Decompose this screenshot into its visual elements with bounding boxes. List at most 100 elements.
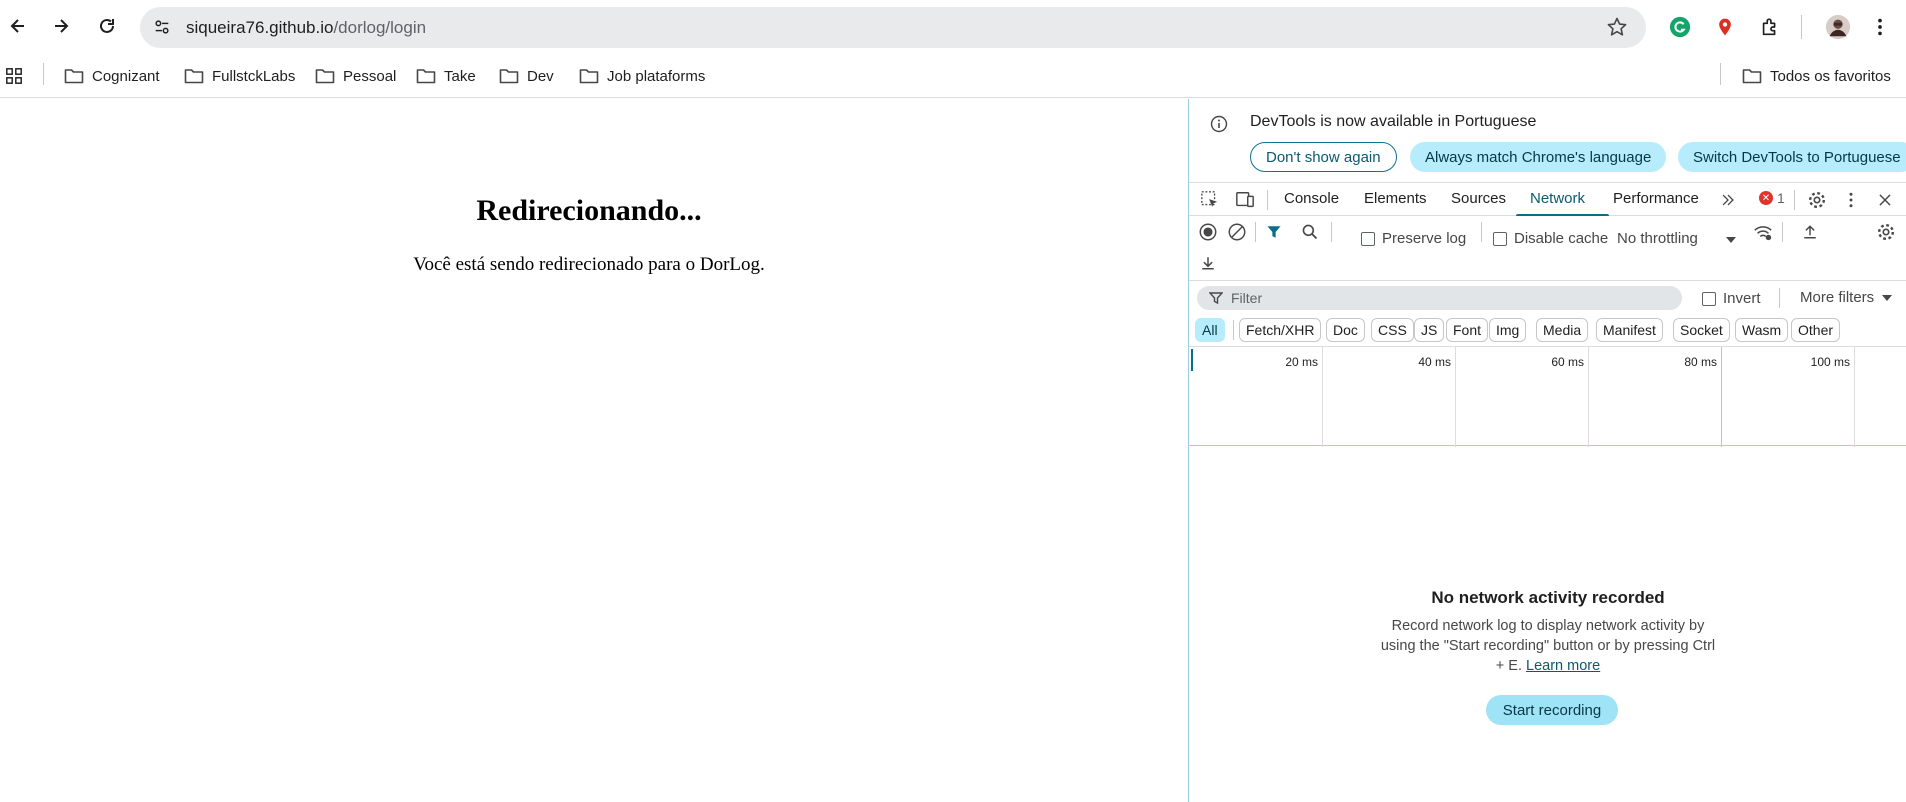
type-chip-img[interactable]: Img (1489, 318, 1527, 342)
all-bookmarks-folder[interactable]: Todos os favoritos (1742, 63, 1891, 89)
bookmark-label: Take (444, 67, 476, 85)
toolbar-divider (1481, 222, 1482, 242)
type-chip-css[interactable]: CSS (1371, 318, 1414, 342)
error-count-badge[interactable]: ✕ 1 (1759, 190, 1785, 206)
tab-sources[interactable]: Sources (1451, 190, 1506, 207)
tab-performance[interactable]: Performance (1613, 190, 1699, 207)
timeline-tick-label: 80 ms (1684, 355, 1717, 369)
infobar-message: DevTools is now available in Portuguese (1250, 113, 1537, 130)
disable-cache-checkbox[interactable]: Disable cache (1493, 230, 1608, 247)
network-conditions-icon[interactable] (1752, 221, 1774, 243)
learn-more-link[interactable]: Learn more (1526, 658, 1600, 674)
url-path: /dorlog/login (333, 18, 427, 37)
more-filters-dropdown[interactable]: More filters (1800, 289, 1893, 306)
filter-icon (1209, 292, 1223, 305)
back-button[interactable] (2, 10, 34, 42)
tab-elements[interactable]: Elements (1364, 190, 1427, 207)
timeline-gridline (1588, 347, 1589, 447)
filter-funnel-icon[interactable] (1263, 221, 1285, 243)
back-icon (10, 19, 24, 33)
reload-button[interactable] (91, 10, 123, 42)
settings-gear-icon[interactable] (1806, 189, 1828, 211)
tab-divider (1794, 190, 1795, 210)
address-bar[interactable]: siqueira76.github.io/dorlog/login (140, 7, 1646, 48)
type-chip-manifest[interactable]: Manifest (1596, 318, 1663, 342)
folder-icon (1742, 69, 1762, 84)
type-chip-media[interactable]: Media (1536, 318, 1589, 342)
folder-icon (315, 69, 335, 84)
forward-button[interactable] (45, 10, 77, 42)
toolbar-divider (1331, 222, 1332, 242)
timeline-tick-label: 100 ms (1810, 355, 1850, 369)
error-count: 1 (1777, 190, 1785, 206)
bookmark-folder-take[interactable]: Take (416, 63, 476, 89)
bookmark-divider (1720, 63, 1721, 85)
bookmark-divider (43, 63, 44, 85)
preserve-log-checkbox[interactable]: Preserve log (1361, 230, 1466, 247)
search-icon[interactable] (1299, 221, 1321, 243)
network-toolbar: Preserve log Disable cache No throttling (1189, 216, 1906, 280)
bookmark-folder-pessoal[interactable]: Pessoal (315, 63, 396, 89)
bookmarks-bar: Cognizant FullstckLabs Pessoal Take Dev … (0, 54, 1906, 98)
bookmark-folder-cognizant[interactable]: Cognizant (64, 63, 160, 89)
info-icon (1210, 115, 1228, 133)
bookmark-folder-job-plataforms[interactable]: Job plataforms (579, 63, 705, 89)
site-settings-icon[interactable] (150, 15, 174, 39)
filter-input[interactable] (1231, 290, 1631, 306)
page-viewport: Redirecionando... Você está sendo redire… (0, 99, 1188, 802)
tab-network[interactable]: Network (1530, 190, 1585, 207)
type-chip-fetch-xhr[interactable]: Fetch/XHR (1239, 318, 1322, 342)
device-toolbar-icon[interactable] (1234, 189, 1256, 211)
toolbar-divider (1782, 222, 1783, 242)
type-chip-doc[interactable]: Doc (1326, 318, 1365, 342)
folder-icon (64, 69, 84, 84)
empty-state-title: No network activity recorded (1431, 588, 1665, 607)
type-chip-wasm[interactable]: Wasm (1735, 318, 1789, 342)
checkbox-box (1702, 291, 1716, 306)
export-har-icon[interactable] (1197, 252, 1219, 274)
toolbar-divider (1801, 15, 1802, 39)
devtools-menu-icon[interactable] (1840, 189, 1862, 211)
type-chip-other[interactable]: Other (1791, 318, 1841, 342)
throttling-select[interactable]: No throttling (1617, 230, 1698, 247)
import-har-icon[interactable] (1799, 221, 1821, 243)
error-icon: ✕ (1759, 191, 1773, 205)
more-filters-label: More filters (1800, 289, 1875, 306)
close-icon[interactable] (1874, 189, 1896, 211)
folder-icon (499, 69, 519, 84)
all-bookmarks-label: Todos os favoritos (1770, 67, 1891, 85)
invert-checkbox[interactable]: Invert (1702, 290, 1761, 307)
tab-divider (1267, 190, 1268, 210)
inspect-element-icon[interactable] (1199, 189, 1221, 211)
timeline-tick-label: 40 ms (1418, 355, 1451, 369)
url-text[interactable]: siqueira76.github.io/dorlog/login (186, 18, 426, 38)
bookmark-label: Dev (527, 67, 554, 85)
maps-pin-icon[interactable] (1711, 13, 1739, 41)
clear-icon[interactable] (1226, 221, 1248, 243)
timeline-start-marker (1191, 349, 1193, 371)
tab-console[interactable]: Console (1284, 190, 1339, 207)
start-recording-button[interactable]: Start recording (1486, 695, 1618, 725)
type-chip-font[interactable]: Font (1446, 318, 1489, 342)
network-settings-gear-icon[interactable] (1875, 221, 1897, 243)
profile-avatar[interactable] (1824, 13, 1852, 41)
always-match-language-button[interactable]: Always match Chrome's language (1410, 142, 1667, 172)
bookmark-folder-dev[interactable]: Dev (499, 63, 554, 89)
grammarly-icon[interactable] (1666, 13, 1694, 41)
menu-icon[interactable] (1866, 13, 1894, 41)
record-icon[interactable] (1197, 221, 1219, 243)
switch-to-portuguese-button[interactable]: Switch DevTools to Portuguese (1678, 142, 1906, 172)
network-timeline-overview[interactable]: 20 ms 40 ms 60 ms 80 ms 100 ms (1189, 346, 1906, 447)
dont-show-again-button[interactable]: Don't show again (1250, 142, 1397, 172)
type-chip-all[interactable]: All (1195, 318, 1225, 342)
more-tabs-icon[interactable] (1717, 189, 1739, 211)
apps-button[interactable] (4, 63, 24, 89)
filter-field[interactable] (1197, 286, 1682, 310)
bookmark-folder-fullstcklabs[interactable]: FullstckLabs (184, 63, 295, 89)
resource-type-filters: All Fetch/XHR Doc CSS JS Font Img Media … (1189, 314, 1906, 346)
extensions-icon[interactable] (1756, 13, 1784, 41)
type-chip-socket[interactable]: Socket (1673, 318, 1730, 342)
star-icon[interactable] (1606, 16, 1628, 38)
timeline-tick-label: 20 ms (1285, 355, 1318, 369)
type-chip-js[interactable]: JS (1414, 318, 1445, 342)
